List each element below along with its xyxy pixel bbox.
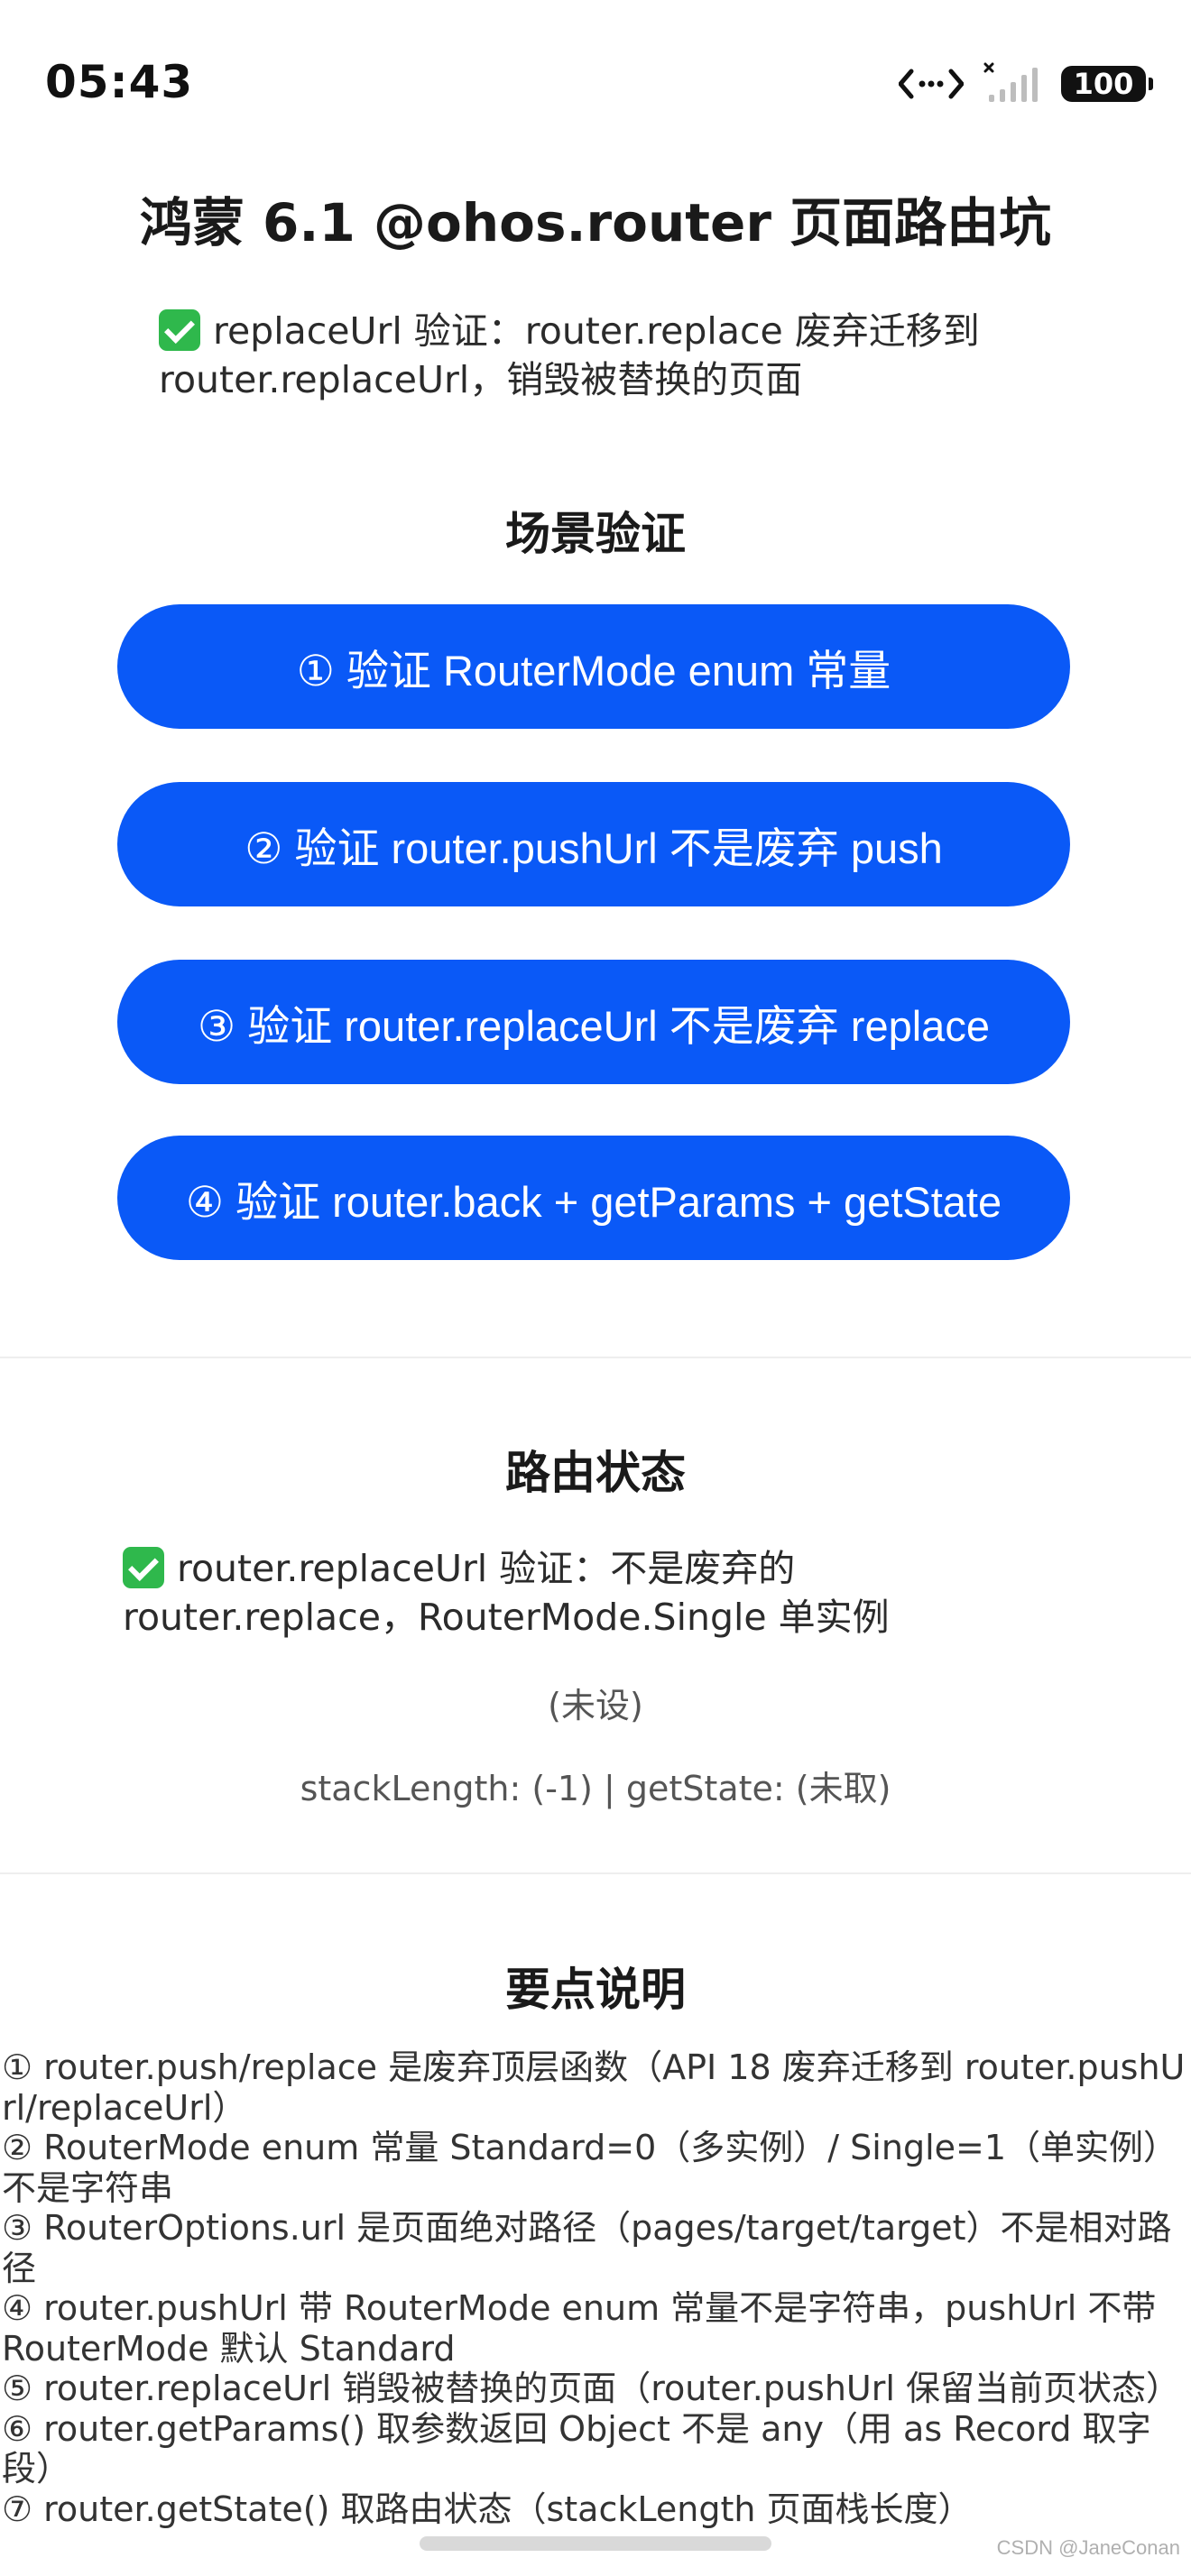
verify-routermode-button[interactable]: ① 验证 RouterMode enum 常量	[117, 604, 1070, 729]
battery-level: 100	[1073, 67, 1134, 101]
params-value: (未设)	[548, 1686, 643, 1725]
note-item: ⑦ router.getState() 取路由状态（stackLength 页面…	[2, 2489, 973, 2529]
top-status-text: replaceUrl 验证：router.replace 废弃迁移到 route…	[159, 309, 980, 401]
note-item: ① router.push/replace 是废弃顶层函数（API 18 废弃迁…	[2, 2047, 1186, 2128]
dots-exchange-icon	[899, 66, 964, 102]
scenario-section-title: 场景验证	[505, 508, 686, 560]
note-item: ⑥ router.getParams() 取参数返回 Object 不是 any…	[2, 2408, 1151, 2489]
note-item: ④ router.pushUrl 带 RouterMode enum 常量不是字…	[2, 2288, 1157, 2369]
note-item: ③ RouterOptions.url 是页面绝对路径（pages/target…	[2, 2208, 1172, 2288]
note-item: ② RouterMode enum 常量 Standard=0（多实例）/ Si…	[2, 2128, 1178, 2208]
check-icon	[159, 309, 200, 351]
verify-pushurl-button[interactable]: ② 验证 router.pushUrl 不是废弃 push	[117, 782, 1070, 906]
route-status-text: router.replaceUrl 验证：不是废弃的 router.replac…	[123, 1547, 890, 1639]
status-bar: 05:43 100	[0, 0, 1191, 171]
divider	[0, 1872, 1191, 1874]
verify-replaceurl-button[interactable]: ③ 验证 router.replaceUrl 不是废弃 replace	[117, 960, 1070, 1084]
battery-icon: 100	[1061, 66, 1153, 102]
route-state-section-title: 路由状态	[505, 1447, 686, 1499]
note-item: ⑤ router.replaceUrl 销毁被替换的页面（router.push…	[2, 2369, 1181, 2408]
divider	[0, 1357, 1191, 1358]
notes-section-title: 要点说明	[505, 1964, 686, 2016]
route-status: router.replaceUrl 验证：不是废弃的 router.replac…	[123, 1544, 1079, 1642]
notes-list: ① router.push/replace 是废弃顶层函数（API 18 废弃迁…	[2, 2047, 1189, 2529]
signal-icon	[983, 62, 1041, 106]
status-time: 05:43	[45, 56, 194, 108]
home-indicator[interactable]	[420, 2536, 771, 2551]
status-icons: 100	[899, 60, 1153, 108]
page-title: 鸿蒙 6.1 @ohos.router 页面路由坑	[139, 192, 1052, 253]
check-icon	[123, 1547, 164, 1588]
watermark: CSDN @JaneConan	[996, 2536, 1180, 2559]
stack-state-value: stackLength: (-1) | getState: (未取)	[300, 1769, 891, 1808]
verify-back-params-state-button[interactable]: ④ 验证 router.back + getParams + getState	[117, 1136, 1070, 1260]
top-status: replaceUrl 验证：router.replace 废弃迁移到 route…	[159, 307, 1061, 404]
